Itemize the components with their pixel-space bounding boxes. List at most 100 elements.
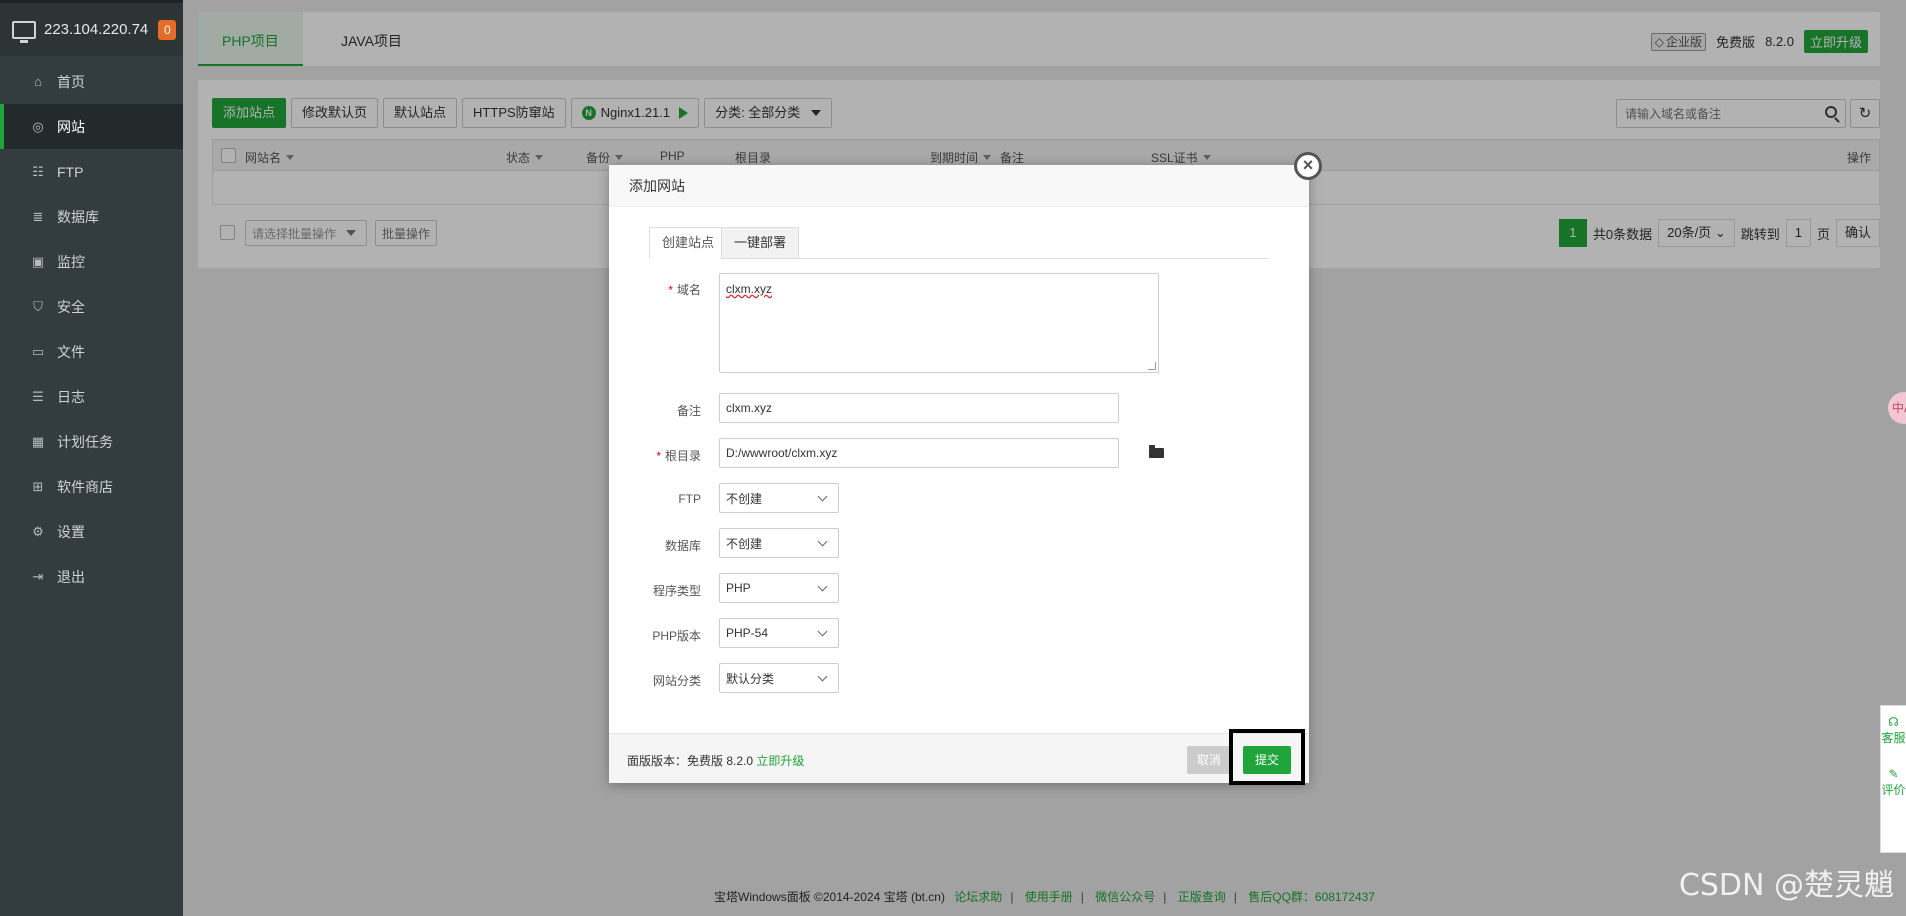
sidebar-item-label: 计划任务 [57, 433, 113, 450]
sidebar-item-label: 首页 [57, 73, 85, 90]
domain-row: * 域名 clxm.xyz [609, 273, 1159, 373]
sidebar-item-label: 软件商店 [57, 478, 113, 495]
sidebar-item-ftp[interactable]: ☷ FTP [0, 149, 183, 194]
domain-label: * 域名 [668, 283, 701, 297]
gear-icon: ⚙ [32, 523, 44, 539]
site-category-value: 默认分类 [726, 671, 775, 686]
ftp-select-value: 不创建 [726, 491, 763, 506]
cancel-button[interactable]: 取消 [1187, 746, 1231, 774]
sidebar-item-database[interactable]: ≣ 数据库 [0, 194, 183, 239]
site-category-label: 网站分类 [652, 674, 701, 688]
dialog-footer: 面版版本：免费版 8.2.0 立即升级 取消 提交 [609, 729, 1309, 785]
shield-icon: ⛉ [33, 298, 43, 314]
side-help-panel: ☊ 客服 ✎ 评价 [1880, 705, 1906, 853]
log-icon: ☰ [32, 388, 44, 404]
resize-grip-icon[interactable] [1148, 362, 1156, 370]
php-version-label: PHP版本 [652, 629, 701, 643]
sidebar-item-home[interactable]: ⌂ 首页 [0, 59, 183, 104]
folder-open-icon[interactable] [1149, 445, 1164, 458]
program-type-label: 程序类型 [652, 584, 701, 598]
root-row: * 根目录 D:/wwwroot/clxm.xyz [609, 438, 1164, 468]
home-icon: ⌂ [34, 74, 42, 89]
panel-version: 面版版本：免费版 8.2.0 立即升级 [627, 752, 804, 769]
review-label: 评价 [1881, 783, 1906, 797]
ftp-select[interactable]: 不创建 [719, 483, 839, 513]
sidebar-item-security[interactable]: ⛉ 安全 [0, 284, 183, 329]
dialog-tabs: 创建站点 一键部署 [649, 227, 1269, 259]
ftp-label: FTP [678, 492, 701, 506]
monitor-icon: ▣ [31, 253, 45, 269]
add-site-dialog: 添加网站 × 创建站点 一键部署 * 域名 clxm.xyz 备注 clxm.xy… [609, 152, 1322, 785]
program-type-row: 程序类型 PHP [609, 573, 839, 603]
domain-value: clxm.xyz [726, 282, 772, 296]
sidebar-item-label: FTP [57, 163, 84, 180]
domain-textarea[interactable]: clxm.xyz [719, 273, 1159, 373]
sidebar-item-label: 监控 [57, 253, 85, 270]
notification-badge[interactable]: 0 [158, 19, 177, 40]
remark-input[interactable]: clxm.xyz [719, 393, 1119, 423]
root-label-text: 根目录 [664, 449, 701, 463]
domain-label-text: 域名 [676, 283, 701, 297]
monitor-icon [12, 20, 36, 43]
chevron-down-icon [817, 581, 828, 591]
apps-icon: ⊞ [32, 478, 44, 494]
remark-row: 备注 clxm.xyz [609, 393, 1119, 423]
remark-label: 备注 [676, 404, 701, 418]
sidebar-item-label: 退出 [57, 568, 85, 585]
sidebar-item-website[interactable]: ◎ 网站 [0, 104, 183, 149]
sidebar-item-label: 设置 [57, 523, 85, 540]
php-version-select[interactable]: PHP-54 [719, 618, 839, 648]
watermark: CSDN @楚灵魈 [1678, 868, 1894, 903]
ftp-row: FTP 不创建 [609, 483, 839, 513]
globe-icon: ◎ [32, 118, 44, 134]
sidebar-item-monitor[interactable]: ▣ 监控 [0, 239, 183, 284]
folder-icon: ▭ [31, 343, 45, 359]
sidebar-item-label: 文件 [57, 343, 85, 360]
chevron-down-icon [817, 626, 828, 636]
database-select-value: 不创建 [726, 536, 763, 551]
dialog-title: 添加网站 [609, 165, 1309, 207]
service-button[interactable]: ☊ 客服 [1881, 714, 1906, 746]
chevron-down-icon [817, 536, 828, 546]
sidebar-item-label: 数据库 [57, 208, 99, 225]
close-button[interactable]: × [1294, 152, 1322, 180]
root-dir-input[interactable]: D:/wwwroot/clxm.xyz [719, 438, 1119, 468]
chevron-down-icon [817, 491, 828, 501]
sidebar-item-files[interactable]: ▭ 文件 [0, 329, 183, 374]
chevron-down-icon [817, 671, 828, 681]
database-icon: ≣ [32, 208, 44, 224]
sidebar-item-label: 网站 [57, 118, 85, 135]
upgrade-link[interactable]: 立即升级 [756, 754, 804, 768]
site-category-select[interactable]: 默认分类 [719, 663, 839, 693]
tab-one-click-deploy[interactable]: 一键部署 [721, 227, 800, 259]
sidebar-item-cron[interactable]: ▦ 计划任务 [0, 419, 183, 464]
review-button[interactable]: ✎ 评价 [1881, 766, 1906, 798]
ftp-icon: ☷ [32, 163, 44, 179]
edit-icon: ✎ [1888, 767, 1899, 781]
database-label: 数据库 [664, 539, 701, 553]
sidebar-nav: ⌂ 首页 ◎ 网站 ☷ FTP ≣ 数据库 ▣ 监控 ⛉ 安全 ▭ 文件 ☰ 日志 ▦ 计划任务 … [0, 59, 183, 599]
service-label: 客服 [1881, 731, 1906, 745]
server-ip: 223.104.220.74 [44, 21, 149, 38]
sidebar-item-label: 安全 [57, 298, 85, 315]
logout-icon: ⇥ [32, 568, 44, 584]
program-type-value: PHP [726, 581, 751, 595]
sidebar-item-logout[interactable]: ⇥ 退出 [0, 554, 183, 599]
site-category-row: 网站分类 默认分类 [609, 663, 839, 693]
root-label: * 根目录 [656, 449, 701, 463]
php-version-value: PHP-54 [726, 626, 769, 640]
headset-icon: ☊ [1888, 715, 1899, 729]
calendar-icon: ▦ [31, 433, 45, 449]
php-version-row: PHP版本 PHP-54 [609, 618, 839, 648]
program-type-select[interactable]: PHP [719, 573, 839, 603]
database-row: 数据库 不创建 [609, 528, 839, 558]
sidebar-item-label: 日志 [57, 388, 85, 405]
sidebar: 223.104.220.74 0 ⌂ 首页 ◎ 网站 ☷ FTP ≣ 数据库 ▣ 监控 ⛉… [0, 0, 183, 916]
database-select[interactable]: 不创建 [719, 528, 839, 558]
panel-version-text: 面版版本：免费版 8.2.0 [627, 754, 754, 768]
server-header[interactable]: 223.104.220.74 0 [0, 0, 183, 56]
sidebar-item-store[interactable]: ⊞ 软件商店 [0, 464, 183, 509]
tab-create-site[interactable]: 创建站点 [649, 227, 728, 259]
sidebar-item-settings[interactable]: ⚙ 设置 [0, 509, 183, 554]
sidebar-item-logs[interactable]: ☰ 日志 [0, 374, 183, 419]
